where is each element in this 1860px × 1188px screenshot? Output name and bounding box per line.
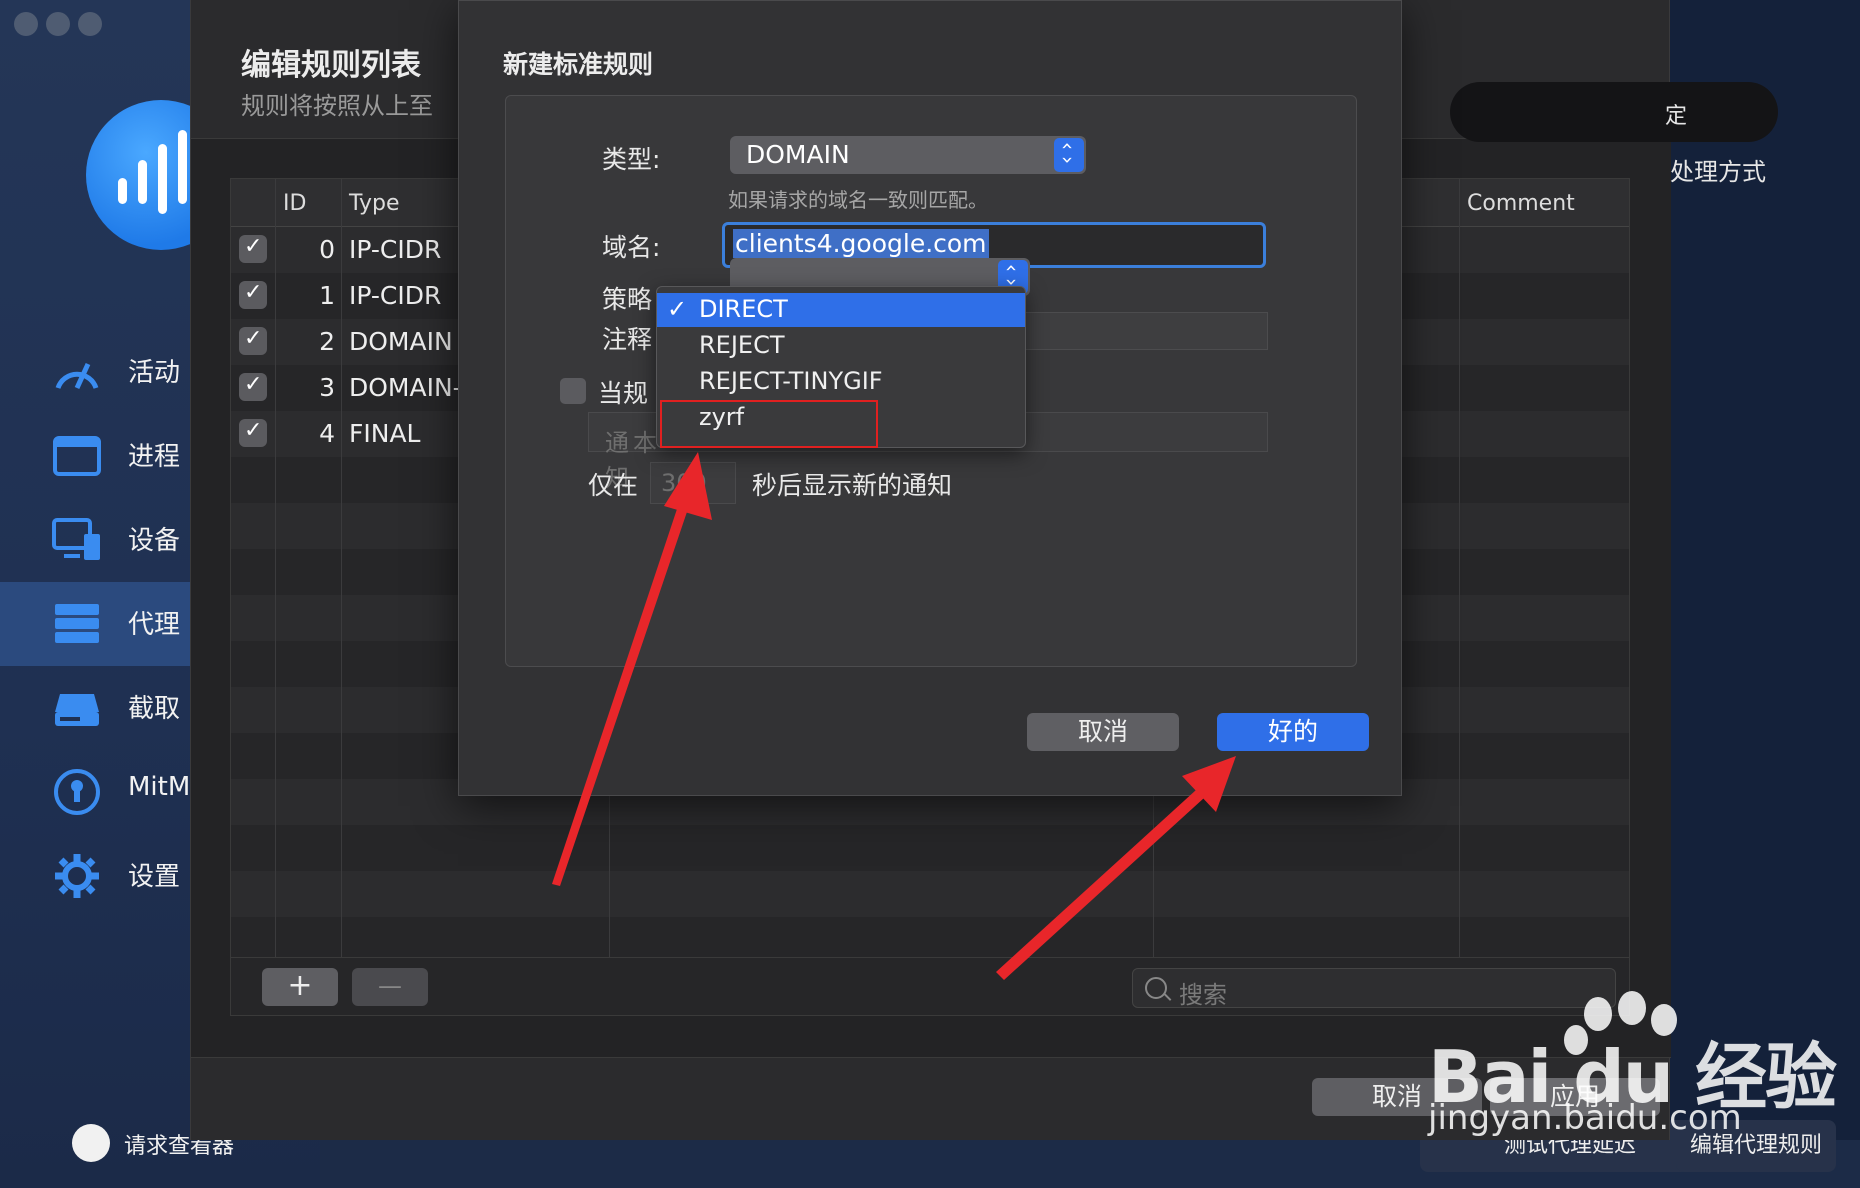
stopwatch-icon[interactable] [72,1124,110,1162]
rule-type: DOMAIN- [349,373,462,402]
rule-id: 2 [319,327,335,356]
popup-stepper-icon [1054,138,1084,172]
policy-option-direct[interactable]: ✓ DIRECT [657,293,1025,327]
rule-enabled-checkbox[interactable] [239,418,267,447]
sidebar-item-label: MitM [128,772,191,802]
minimize-window-button[interactable] [46,12,70,36]
delay-seconds-value: 300 [661,469,707,497]
search-placeholder: 搜索 [1179,981,1227,1009]
comment-label: 注释 [602,325,653,354]
notify-checkbox[interactable] [560,378,586,404]
rule-enabled-checkbox[interactable] [239,326,267,355]
rule-id: 1 [319,281,335,310]
checkmark-icon: ✓ [667,295,688,323]
add-rule-button[interactable]: + [262,968,338,1006]
drive-icon [55,694,99,726]
type-hint: 如果请求的域名一致则匹配。 [728,188,988,212]
column-header-id[interactable]: ID [283,191,306,216]
search-icon [1145,977,1167,999]
column-separator [1459,179,1460,957]
gear-icon [55,854,99,898]
table-row-empty [231,825,1629,871]
sidebar-item-label: 活动 [128,358,181,388]
delay-seconds-field[interactable]: 300 [650,462,736,504]
zoom-window-button[interactable] [78,12,102,36]
speedometer-icon [55,362,99,390]
rule-id: 4 [319,419,335,448]
dialog-ok-button[interactable]: 好的 [1217,713,1369,751]
page-title: 编辑规则列表 [241,48,421,83]
rule-id: 3 [319,373,335,402]
domain-field-value: clients4.google.com [733,229,989,258]
rule-type: FINAL [349,419,421,448]
dialog-title: 新建标准规则 [503,50,654,79]
annotation-highlight-box [660,400,878,448]
delay-prefix-label: 仅在 [588,471,639,500]
process-mode-label: 处理方式 [1670,158,1766,186]
column-header-comment[interactable]: Comment [1467,191,1575,216]
baidu-watermark: Bai du 经验 jingyan.baidu.com [1428,990,1848,1140]
type-select-value: DOMAIN [746,140,850,169]
close-window-button[interactable] [14,12,38,36]
window-icon [53,436,101,476]
domain-label: 域名: [602,233,661,262]
rule-enabled-checkbox[interactable] [239,280,267,309]
delay-suffix-label: 秒后显示新的通知 [752,471,953,500]
column-header-type[interactable]: Type [349,191,400,216]
rule-type: IP-CIDR [349,235,442,264]
confirm-pill-label: 定 [1665,104,1688,129]
type-select[interactable]: DOMAIN [730,136,1086,174]
rule-type: IP-CIDR [349,281,442,310]
confirm-pill[interactable] [1450,82,1778,142]
rule-id: 0 [319,235,335,264]
table-row-empty [231,871,1629,917]
dialog-cancel-button[interactable]: 取消 [1027,713,1179,751]
sidebar-item-label: 代理 [128,610,181,640]
policy-label: 策略 [602,285,653,314]
comment-field[interactable] [1022,312,1268,350]
sidebar-item-label: 设备 [128,526,181,556]
column-separator [341,179,342,957]
devices-icon [52,518,100,560]
keyhole-icon [54,769,100,815]
remove-rule-button[interactable]: — [352,968,428,1006]
column-separator [275,179,276,957]
sidebar-item-label: 设置 [128,862,181,892]
page-subtitle: 规则将按照从上至 [241,92,433,120]
sidebar-item-label: 截取 [128,694,181,724]
policy-option-reject-tinygif[interactable]: REJECT-TINYGIF [657,365,1025,399]
type-label: 类型: [602,145,661,174]
policy-option-reject[interactable]: REJECT [657,329,1025,363]
rule-enabled-checkbox[interactable] [239,372,267,401]
rule-enabled-checkbox[interactable] [239,234,267,263]
rule-type: DOMAIN [349,327,453,356]
watermark-url: jingyan.baidu.com [1428,1098,1742,1138]
server-stack-icon [55,604,99,643]
sidebar-item-label: 进程 [128,442,181,472]
